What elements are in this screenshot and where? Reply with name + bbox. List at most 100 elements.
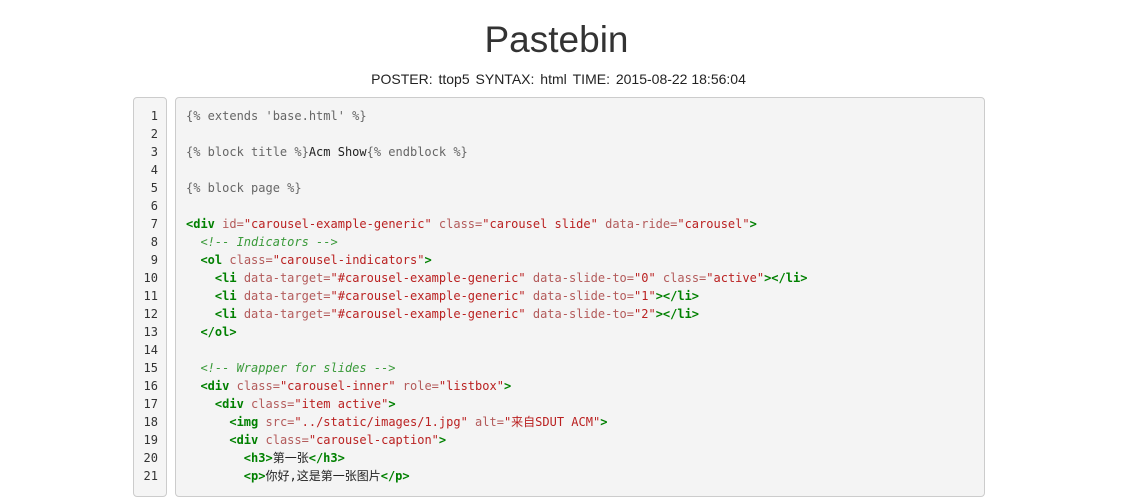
code-line: <div id="carousel-example-generic" class… — [186, 215, 757, 233]
line-number: 7 — [150, 217, 158, 231]
code-token: id= — [222, 217, 244, 231]
code-token: "carousel-caption" — [308, 433, 439, 447]
code-token: <li — [214, 307, 237, 321]
code-token: "1" — [634, 289, 656, 303]
code-token: <!-- Wrapper for slides --> — [200, 361, 396, 375]
code-token: role= — [402, 379, 439, 393]
code-token: "listbox" — [438, 379, 504, 393]
code-token: "0" — [634, 271, 656, 285]
line-number: 16 — [143, 379, 158, 393]
code-token: class= — [229, 253, 273, 267]
code-line: </ol> — [186, 323, 237, 341]
code-token: 你好,这是第一张图片 — [265, 469, 381, 483]
code-token: "#carousel-example-generic" — [330, 307, 526, 321]
code-token: > — [749, 217, 757, 231]
code-token: </h3> — [308, 451, 345, 465]
code-token: "active" — [706, 271, 765, 285]
code-block[interactable]: {% extends 'base.html' %} {% block title … — [175, 97, 985, 497]
code-token: <div — [186, 217, 215, 231]
code-line: {% block page %} — [186, 179, 302, 197]
code-token: "2" — [634, 307, 656, 321]
line-number: 11 — [143, 289, 158, 303]
code-token: "carousel-example-generic" — [243, 217, 432, 231]
code-token: > — [424, 253, 432, 267]
code-token: <li — [214, 271, 237, 285]
code-token: class= — [265, 433, 309, 447]
line-number: 19 — [143, 433, 158, 447]
code-token: > — [388, 397, 396, 411]
code-line: <p>你好,这是第一张图片</p> — [186, 467, 410, 485]
code-token: <p> — [243, 469, 266, 483]
time-label: TIME: — [572, 71, 610, 87]
code-line: <li data-target="#carousel-example-gener… — [186, 269, 808, 287]
code-token: data-target= — [243, 289, 331, 303]
line-number: 9 — [150, 253, 158, 267]
code-line: <li data-target="#carousel-example-gener… — [186, 287, 699, 305]
code-line: <img src="../static/images/1.jpg" alt="来… — [186, 413, 607, 431]
code-token: "#carousel-example-generic" — [330, 271, 526, 285]
code-line: <div class="item active"> — [186, 395, 396, 413]
code-token: data-slide-to= — [532, 289, 634, 303]
line-number: 20 — [143, 451, 158, 465]
time-value: 2015-08-22 18:56:04 — [615, 71, 746, 87]
line-number: 21 — [143, 469, 158, 483]
line-number: 12 — [143, 307, 158, 321]
syntax-value: html — [540, 71, 567, 87]
code-token: {% extends 'base.html' %} — [186, 109, 367, 123]
poster-label: POSTER: — [371, 71, 433, 87]
code-line: <div class="carousel-inner" role="listbo… — [186, 377, 511, 395]
line-number-gutter: 1 2 3 4 5 6 7 8 9 10 11 12 13 14 15 16 17 18 19 20 21 — [133, 97, 167, 497]
code-token: ></li> — [655, 307, 700, 321]
code-token: Acm Show — [308, 145, 367, 159]
code-line: <li data-target="#carousel-example-gener… — [186, 305, 699, 323]
code-token: "#carousel-example-generic" — [330, 289, 526, 303]
line-number: 6 — [150, 199, 158, 213]
line-number: 4 — [150, 163, 158, 177]
code-token: </ol> — [200, 325, 237, 339]
code-token: {% block title %} — [186, 145, 309, 159]
line-number: 18 — [143, 415, 158, 429]
line-number: 15 — [143, 361, 158, 375]
code-line: {% extends 'base.html' %} — [186, 107, 367, 125]
code-token: > — [503, 379, 512, 393]
line-number: 3 — [150, 145, 158, 159]
code-token: > — [438, 433, 447, 447]
code-token: ></li> — [655, 289, 700, 303]
code-token: <li — [214, 289, 237, 303]
poster-value: ttop5 — [438, 71, 470, 87]
syntax-label: SYNTAX: — [475, 71, 535, 87]
code-token: src= — [265, 415, 295, 429]
line-number: 1 — [150, 109, 158, 123]
line-number: 10 — [143, 271, 158, 285]
code-token: "来自SDUT ACM" — [503, 415, 601, 429]
code-token: <div — [214, 397, 244, 411]
code-line: <ol class="carousel-indicators"> — [186, 251, 432, 269]
line-number: 14 — [143, 343, 158, 357]
code-token: class= — [662, 271, 707, 285]
code-token: <h3> — [243, 451, 273, 465]
code-token: "carousel-indicators" — [272, 253, 425, 267]
code-token: class= — [438, 217, 483, 231]
code-token: <div — [200, 379, 230, 393]
